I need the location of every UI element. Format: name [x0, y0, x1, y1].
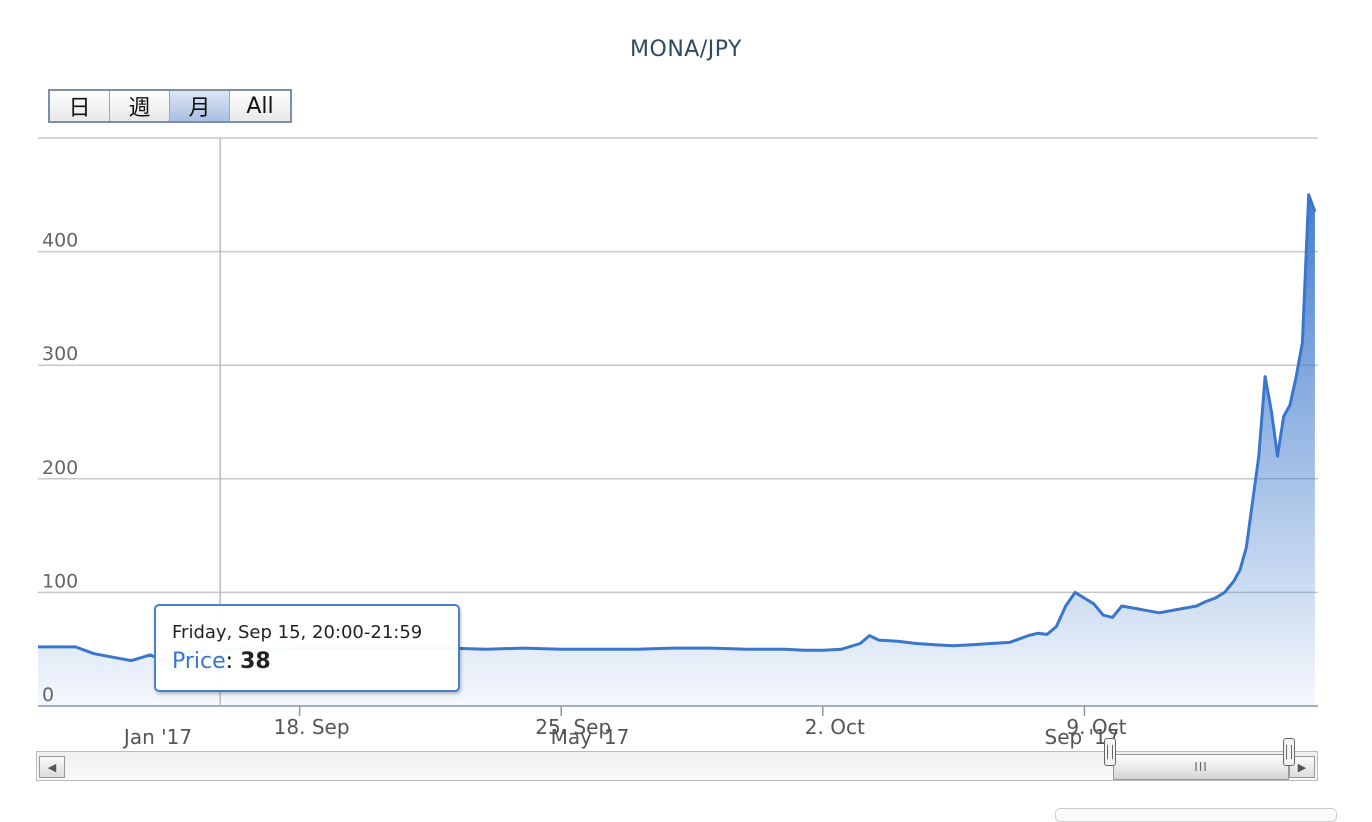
- scroll-left-arrow-icon[interactable]: ◀: [39, 756, 65, 778]
- grip-icon: III: [1194, 760, 1208, 774]
- price-tooltip: Friday, Sep 15, 20:00-21:59 Price: 38: [154, 604, 460, 692]
- grid-lines: [38, 137, 1318, 594]
- navigator-scrollbar[interactable]: ◀ III ▶: [36, 751, 1318, 781]
- navigator-label: May '17: [551, 725, 630, 749]
- navigator-handle-left[interactable]: [1104, 738, 1116, 766]
- bottom-panel: [1055, 808, 1337, 822]
- price-chart[interactable]: 0100200300400 18. Sep25. Sep2. Oct9. Oct…: [0, 0, 1372, 816]
- tooltip-price-line: Price: 38: [172, 649, 271, 674]
- y-tick-label: 300: [42, 343, 78, 365]
- y-axis-labels: 0100200300400: [42, 230, 78, 706]
- y-tick-label: 200: [42, 457, 78, 479]
- tooltip-date: Friday, Sep 15, 20:00-21:59: [172, 622, 423, 643]
- navigator-handle-right[interactable]: [1283, 738, 1295, 766]
- navigator-labels: Jan '17 May '17 Sep '17: [122, 725, 1120, 749]
- scrollbar-thumb[interactable]: III: [1113, 754, 1289, 780]
- y-tick-label: 400: [42, 230, 78, 252]
- x-tick-label: 2. Oct: [805, 715, 865, 739]
- x-axis-ticks: 18. Sep 25. Sep 2. Oct 9. Oct: [274, 706, 1127, 739]
- tooltip-price-value: 38: [240, 649, 271, 674]
- tooltip-series-label: Price: [172, 649, 226, 674]
- navigator-label: Jan '17: [122, 725, 192, 749]
- x-tick-label: 18. Sep: [274, 715, 350, 739]
- y-tick-label: 100: [42, 570, 78, 592]
